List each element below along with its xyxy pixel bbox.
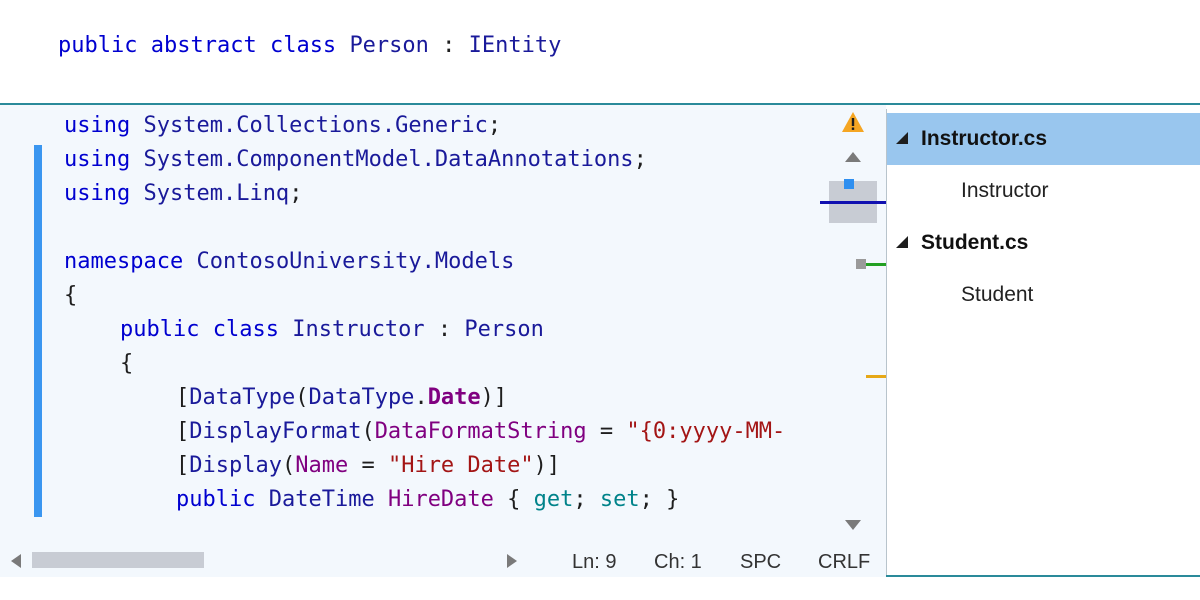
keyword: using <box>64 147 131 172</box>
code-line-5[interactable]: namespace ContosoUniversity.Models <box>64 245 514 279</box>
type-name: DataType <box>308 385 415 410</box>
line-ending[interactable]: CRLF <box>818 549 870 575</box>
punctuation: ( <box>361 419 375 444</box>
code-line-3[interactable]: using System.Linq; <box>64 177 302 211</box>
status-bar: Ln: 9 Ch: 1 SPC CRLF <box>0 545 886 577</box>
punctuation: ( <box>295 385 309 410</box>
keyword: using <box>64 181 131 206</box>
whitespace-mode[interactable]: SPC <box>740 549 781 575</box>
base-class-name: Person <box>464 317 544 342</box>
enum-member: Date <box>427 385 481 410</box>
punctuation: ; <box>289 181 303 206</box>
code-line-12[interactable]: public DateTime HireDate { get; set; } <box>176 483 679 517</box>
punctuation: ; } <box>639 487 680 512</box>
keyword: public <box>176 487 256 512</box>
code-line-11[interactable]: [Display(Name = "Hire Date")] <box>176 449 560 483</box>
file-name: Instructor.cs <box>921 127 1048 150</box>
triangle-up-icon[interactable] <box>844 151 862 163</box>
punctuation: [ <box>176 385 190 410</box>
code-line-10[interactable]: [DisplayFormat(DataFormatString = "{0:yy… <box>176 415 785 449</box>
class-name: Student <box>961 283 1034 306</box>
horizontal-scroll-thumb[interactable] <box>32 552 204 568</box>
punctuation: . <box>414 385 428 410</box>
change-tracking-bar <box>34 145 42 517</box>
parameter-name: Name <box>295 453 349 478</box>
string-literal: "{0:yyyy-MM- <box>626 419 786 444</box>
saved-change-marker <box>866 263 886 266</box>
code-line-8[interactable]: { <box>120 347 133 381</box>
punctuation: ( <box>281 453 296 478</box>
triangle-down-icon[interactable] <box>844 519 862 531</box>
accessor-keyword: get <box>533 487 574 512</box>
current-line-marker <box>820 201 886 204</box>
string-literal: "Hire Date" <box>387 453 534 478</box>
punctuation: { <box>493 487 534 512</box>
outline-class-student[interactable]: Student <box>887 269 1200 321</box>
keyword: public <box>58 33 138 58</box>
interface-name: IEntity <box>468 33 562 58</box>
code-line-9[interactable]: [DataType(DataType.Date)] <box>176 381 507 415</box>
type-name: DateTime <box>268 487 375 512</box>
namespace-name: ContosoUniversity.Models <box>196 249 515 274</box>
outline-file-instructor[interactable]: Instructor.cs <box>887 113 1200 165</box>
line-number[interactable]: Ln: 9 <box>572 549 616 575</box>
code-line-1[interactable]: using System.Collections.Generic; <box>64 109 501 143</box>
colon: : <box>437 317 452 342</box>
caret-position-marker <box>844 179 854 189</box>
code-editor[interactable]: using System.Collections.Generic; using … <box>0 105 824 545</box>
file-outline-pane: Instructor.cs Instructor Student.cs Stud… <box>886 109 1200 575</box>
column-number[interactable]: Ch: 1 <box>654 549 702 575</box>
attribute-name: DataType <box>189 385 296 410</box>
breakpoint-marker <box>856 259 866 269</box>
punctuation: ; <box>633 147 647 172</box>
keyword: class <box>269 33 337 58</box>
colon: : <box>442 33 456 58</box>
punctuation: ; <box>487 113 502 138</box>
punctuation: )] <box>480 385 508 410</box>
outline-class-instructor[interactable]: Instructor <box>887 165 1200 217</box>
operator: = <box>586 419 627 444</box>
keyword: using <box>64 113 131 138</box>
class-name: Person <box>349 33 429 58</box>
class-name: Instructor <box>961 179 1049 202</box>
property-name: HireDate <box>387 487 494 512</box>
punctuation: )] <box>533 453 561 478</box>
brace: { <box>64 283 78 308</box>
accessor-keyword: set <box>599 487 640 512</box>
namespace-name: System.Linq <box>143 181 290 206</box>
class-name: Instructor <box>292 317 425 342</box>
code-line-2[interactable]: using System.ComponentModel.DataAnnotati… <box>64 143 647 177</box>
namespace-name: System.ComponentModel.DataAnnotations <box>143 147 634 172</box>
vertical-scrollbar[interactable] <box>820 105 886 545</box>
attribute-name: DisplayFormat <box>189 419 362 444</box>
expanded-triangle-icon[interactable] <box>895 131 909 145</box>
namespace-name: System.Collections.Generic <box>143 113 488 138</box>
punctuation: ; <box>573 487 600 512</box>
editor-window: using System.Collections.Generic; using … <box>0 103 1200 577</box>
operator: = <box>348 453 388 478</box>
code-line-6[interactable]: { <box>64 279 77 313</box>
class-signature: public abstract class Person : IEntity <box>58 30 561 62</box>
keyword: namespace <box>64 249 184 274</box>
triangle-left-icon[interactable] <box>10 553 22 569</box>
file-name: Student.cs <box>921 231 1029 254</box>
attribute-name: Display <box>189 453 282 478</box>
warning-icon[interactable] <box>841 111 865 133</box>
keyword: class <box>212 317 279 342</box>
parameter-name: DataFormatString <box>374 419 587 444</box>
keyword: abstract <box>150 33 257 58</box>
punctuation: [ <box>176 419 190 444</box>
keyword: public <box>120 317 200 342</box>
brace: { <box>120 351 134 376</box>
code-line-7[interactable]: public class Instructor : Person <box>120 313 544 347</box>
warning-marker <box>866 375 886 378</box>
triangle-right-icon[interactable] <box>506 553 518 569</box>
expanded-triangle-icon[interactable] <box>895 235 909 249</box>
punctuation: [ <box>176 453 190 478</box>
outline-file-student[interactable]: Student.cs <box>887 217 1200 269</box>
